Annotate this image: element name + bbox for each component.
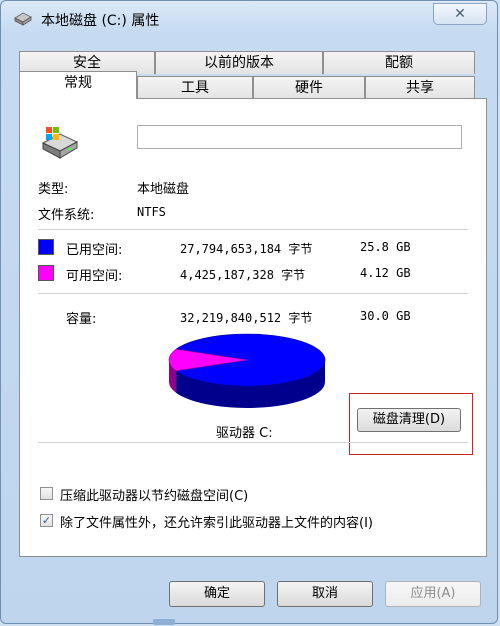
resize-grip [153,619,175,625]
filesystem-value: NTFS [137,205,166,219]
capacity-size: 30.0 GB [360,309,411,323]
ok-button[interactable]: 确定 [169,581,265,607]
title-bar[interactable]: 本地磁盘 (C:) 属性 ✕ [1,1,497,37]
index-label: 除了文件属性外，还允许索引此驱动器上文件的内容(I) [60,516,373,531]
tab-label: 共享 [406,80,434,96]
drive-name-input[interactable] [137,125,462,149]
drive-icon [41,127,79,159]
cancel-label: 取消 [311,586,338,601]
compress-checkbox[interactable] [40,487,53,500]
annotation-highlight-box [349,393,473,455]
apply-button[interactable]: 应用(A) [385,581,481,607]
capacity-label: 容量: [66,312,97,327]
tab-label: 配额 [385,55,413,71]
divider [38,442,468,443]
properties-window: 本地磁盘 (C:) 属性 ✕ 安全 以前的版本 配额 常规 工具 硬件 共享 类… [0,0,498,625]
tab-sharing[interactable]: 共享 [365,76,475,99]
tab-label: 常规 [64,75,92,91]
tab-previous-versions[interactable]: 以前的版本 [155,51,323,74]
tab-tools[interactable]: 工具 [137,76,253,99]
used-space-bytes: 27,794,653,184 字节 [180,242,313,256]
used-space-label: 已用空间: [66,243,123,258]
used-space-swatch [38,239,54,255]
tab-label: 安全 [73,55,101,71]
type-label: 类型: [38,182,69,197]
free-space-label: 可用空间: [66,269,123,284]
used-space-size: 25.8 GB [360,240,411,254]
free-space-bytes: 4,425,187,328 字节 [180,268,306,282]
disk-usage-pie-chart [168,333,326,408]
index-checkbox[interactable]: ✓ [40,514,53,527]
apply-label: 应用(A) [410,586,456,601]
tab-general[interactable]: 常规 [19,71,137,99]
tab-label: 工具 [181,80,209,96]
type-value: 本地磁盘 [137,182,190,197]
drive-letter-label: 驱动器 C: [216,426,273,441]
divider [38,293,468,294]
tab-label: 以前的版本 [204,55,274,71]
filesystem-label: 文件系统: [38,208,95,223]
tab-quota[interactable]: 配额 [323,51,475,74]
compress-label: 压缩此驱动器以节约磁盘空间(C) [60,489,249,504]
free-space-swatch [38,265,54,281]
divider [38,229,468,230]
drive-icon [14,12,32,26]
close-icon: ✕ [454,6,466,22]
free-space-size: 4.12 GB [360,266,411,280]
close-button[interactable]: ✕ [433,3,487,25]
window-title: 本地磁盘 (C:) 属性 [41,13,160,29]
tab-label: 硬件 [295,80,323,96]
tab-hardware[interactable]: 硬件 [253,76,365,99]
capacity-bytes: 32,219,840,512 字节 [180,311,313,325]
cancel-button[interactable]: 取消 [277,581,373,607]
ok-label: 确定 [203,586,230,601]
general-tab-panel: 类型: 本地磁盘 文件系统: NTFS 已用空间: 27,794,653,184… [19,98,487,557]
